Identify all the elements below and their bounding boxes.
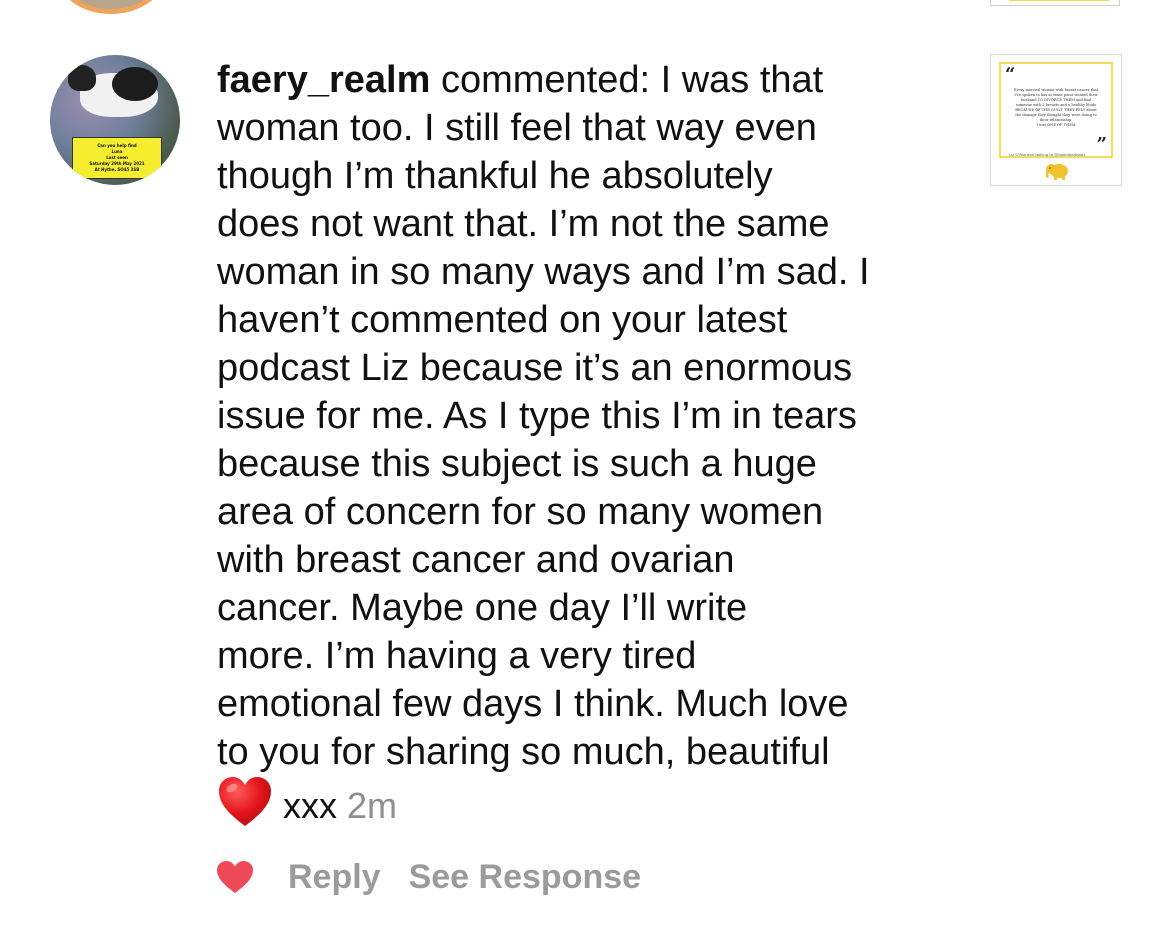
see-response-button[interactable]: See Response <box>409 858 641 897</box>
comment-text-line: cancer. Maybe one day I’ll write <box>217 587 748 629</box>
comment-timestamp: 2m <box>347 785 398 826</box>
open-quote-icon: “ <box>1005 64 1016 85</box>
comment-meta: xxx 2m <box>217 777 398 826</box>
close-quote-icon: ” <box>1096 134 1107 155</box>
comment-text-line: haven’t commented on your latest <box>217 299 788 341</box>
comment-actions: Reply See Response <box>216 857 669 897</box>
quote-credit: Liz O'Riordan talking to @boombalkssex <box>1009 152 1086 157</box>
reply-button[interactable]: Reply <box>288 858 381 897</box>
comment-text-line: emotional few days I think. Much love <box>217 683 849 725</box>
quote-card: “ Every married woman with breast cancer… <box>999 62 1113 158</box>
comment-sign-off: xxx <box>283 785 337 826</box>
comment-text-line: woman too. I still feel that way even <box>217 107 817 149</box>
heart-icon[interactable] <box>216 860 254 894</box>
comment-verb: commented: <box>440 59 651 101</box>
avatar-cat-patch <box>112 67 158 101</box>
comment-text-line: because this subject is such a huge <box>217 443 817 485</box>
avatar-cat-head <box>68 65 96 91</box>
comment-text-line: does not want that. I’m not the same <box>217 203 830 245</box>
comment-text-line: woman in so many ways and I’m sad. I <box>217 251 870 293</box>
previous-comment-avatar[interactable] <box>55 0 167 14</box>
comment-line: faery_realm commented: I was that <box>217 56 962 104</box>
red-heart-emoji-icon <box>219 777 271 826</box>
poster-line: At Hythe, SO45 3SB <box>94 167 140 172</box>
comment-text-line: more. I’m having a very tired <box>217 635 697 677</box>
previous-post-thumbnail[interactable] <box>990 0 1120 6</box>
quote-text: Every married woman with breast cancer t… <box>1013 88 1099 127</box>
comment-text-line: podcast Liz because it’s an enormous <box>217 347 853 389</box>
comment-text-line: area of concern for so many women <box>217 491 824 533</box>
username-link[interactable]: faery_realm <box>217 59 430 101</box>
avatar-missing-poster: Can you help find Luna Last seen Saturda… <box>72 137 162 179</box>
comment-text-line: with breast cancer and ovarian <box>217 539 735 581</box>
comment-text: faery_realm commented: I was that woman … <box>217 56 962 830</box>
elephant-icon <box>1046 164 1068 180</box>
post-thumbnail[interactable]: “ Every married woman with breast cancer… <box>990 54 1122 186</box>
comment-text-line: I was that <box>660 59 824 101</box>
comment-text-line: though I’m thankful he absolutely <box>217 155 773 197</box>
comment-text-line: to you for sharing so much, beautiful <box>217 731 830 773</box>
comment-text-line: issue for me. As I type this I’m in tear… <box>217 395 857 437</box>
avatar[interactable]: Can you help find Luna Last seen Saturda… <box>50 55 180 185</box>
